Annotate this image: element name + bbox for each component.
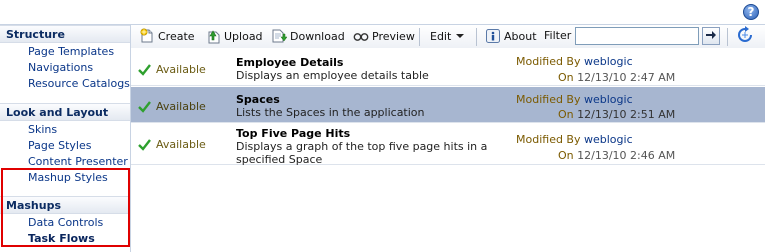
edit-label: Edit bbox=[430, 29, 452, 43]
about-label: About bbox=[504, 29, 537, 43]
help-icon[interactable]: ? bbox=[743, 4, 759, 20]
modified-on: On 12/13/10 2:46 AM bbox=[558, 149, 676, 162]
status-text: Available bbox=[156, 63, 206, 76]
modified-by-user: weblogic bbox=[584, 133, 633, 146]
item-title[interactable]: Employee Details bbox=[236, 56, 343, 69]
nav-task-flows[interactable]: Task Flows bbox=[28, 232, 95, 245]
item-description: Displays a graph of the top five page hi… bbox=[236, 140, 488, 166]
info-icon bbox=[485, 28, 501, 44]
refresh-button[interactable] bbox=[734, 25, 756, 47]
modified-by: Modified By weblogic bbox=[516, 93, 633, 106]
upload-label: Upload bbox=[224, 29, 263, 43]
modified-date: 12/13/10 2:46 AM bbox=[577, 149, 676, 162]
check-icon bbox=[138, 138, 151, 151]
nav-mashup-styles[interactable]: Mashup Styles bbox=[28, 171, 108, 184]
download-label: Download bbox=[290, 29, 345, 43]
edit-menu[interactable]: Edit bbox=[430, 27, 465, 45]
create-button[interactable]: Create bbox=[139, 27, 195, 45]
modified-by-user: weblogic bbox=[584, 55, 633, 68]
download-icon bbox=[271, 28, 288, 44]
upload-icon bbox=[205, 28, 221, 44]
check-icon bbox=[138, 63, 151, 76]
preview-label: Preview bbox=[372, 29, 415, 43]
status-text: Available bbox=[156, 138, 206, 151]
item-description: Lists the Spaces in the application bbox=[236, 106, 425, 119]
nav-navigations[interactable]: Navigations bbox=[28, 61, 93, 74]
nav-resource-catalogs[interactable]: Resource Catalogs bbox=[28, 77, 130, 90]
modified-on: On 12/13/10 2:51 AM bbox=[558, 108, 676, 121]
sidebar: Structure Page Templates Navigations Res… bbox=[0, 25, 131, 252]
preview-button[interactable]: Preview bbox=[353, 27, 415, 45]
upload-button[interactable]: Upload bbox=[205, 27, 263, 45]
arrow-right-icon bbox=[705, 29, 717, 44]
modified-by: Modified By weblogic bbox=[516, 133, 633, 146]
filter-go-button[interactable] bbox=[702, 27, 720, 45]
create-label: Create bbox=[158, 29, 195, 43]
nav-data-controls[interactable]: Data Controls bbox=[28, 216, 103, 229]
check-icon bbox=[138, 100, 151, 113]
nav-skins[interactable]: Skins bbox=[28, 123, 57, 136]
glasses-icon bbox=[353, 28, 369, 44]
download-button[interactable]: Download bbox=[271, 27, 345, 45]
section-look-and-layout: Look and Layout bbox=[0, 103, 130, 121]
filter-input[interactable] bbox=[575, 27, 699, 45]
toolbar-separator bbox=[727, 28, 728, 46]
nav-content-presenter[interactable]: Content Presenter bbox=[28, 155, 128, 168]
item-title[interactable]: Top Five Page Hits bbox=[236, 127, 350, 140]
status-text: Available bbox=[156, 100, 206, 113]
modified-date: 12/13/10 2:47 AM bbox=[577, 71, 676, 84]
status-badge: Available bbox=[138, 138, 206, 151]
toolbar-separator bbox=[476, 28, 477, 46]
create-icon bbox=[139, 28, 155, 44]
table-row-selected[interactable]: Available Spaces Lists the Spaces in the… bbox=[131, 87, 765, 123]
chevron-down-icon bbox=[456, 34, 465, 38]
about-button[interactable]: About bbox=[485, 27, 537, 45]
modified-date: 12/13/10 2:51 AM bbox=[577, 108, 676, 121]
nav-page-templates[interactable]: Page Templates bbox=[28, 45, 114, 58]
status-badge: Available bbox=[138, 63, 206, 76]
filter-label: Filter bbox=[544, 29, 572, 42]
resource-list: Available Employee Details Displays an e… bbox=[131, 48, 765, 252]
nav-page-styles[interactable]: Page Styles bbox=[28, 139, 92, 152]
refresh-icon bbox=[736, 25, 754, 47]
modified-by: Modified By weblogic bbox=[516, 55, 633, 68]
toolbar: Create Upload Download Preview Edit Abou… bbox=[131, 25, 765, 48]
status-badge: Available bbox=[138, 100, 206, 113]
top-strip: ? bbox=[0, 0, 765, 24]
section-mashups: Mashups bbox=[0, 196, 130, 214]
item-description: Displays an employee details table bbox=[236, 69, 429, 82]
item-title[interactable]: Spaces bbox=[236, 93, 280, 106]
modified-by-user: weblogic bbox=[584, 93, 633, 106]
table-row[interactable]: Available Top Five Page Hits Displays a … bbox=[131, 124, 765, 166]
section-structure: Structure bbox=[0, 25, 130, 43]
modified-on: On 12/13/10 2:47 AM bbox=[558, 71, 676, 84]
toolbar-separator bbox=[419, 28, 420, 46]
table-row[interactable]: Available Employee Details Displays an e… bbox=[131, 48, 765, 86]
